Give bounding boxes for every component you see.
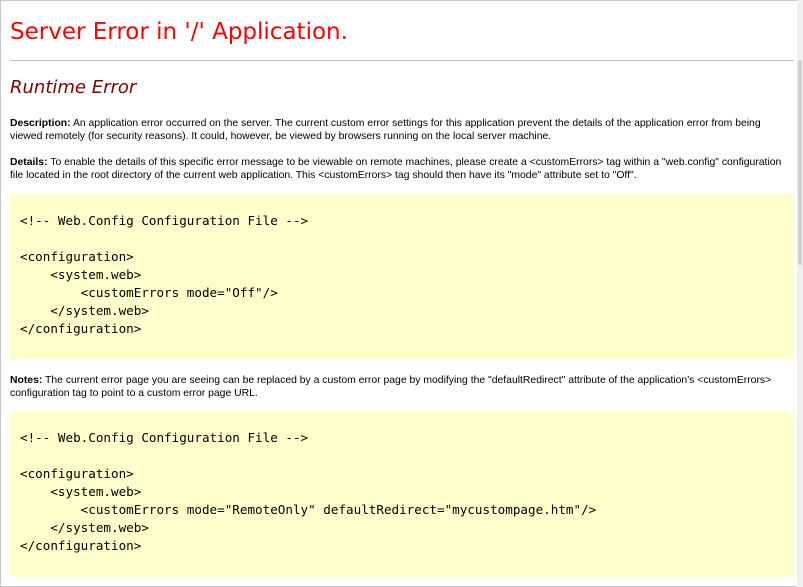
notes-label: Notes: <box>10 375 43 386</box>
page-title: Server Error in '/' Application. <box>10 19 348 45</box>
title-divider <box>10 60 794 61</box>
notes-paragraph: Notes: The current error page you are se… <box>10 374 790 400</box>
description-paragraph: Description: An application error occurr… <box>10 117 790 143</box>
config-code-remoteonly: <!-- Web.Config Configuration File --> <… <box>20 430 597 553</box>
vertical-scrollbar[interactable] <box>797 0 803 587</box>
config-code-block-remoteonly: <!-- Web.Config Configuration File --> <… <box>10 411 794 577</box>
browser-viewport: Server Error in '/' Application. Runtime… <box>0 0 803 587</box>
description-text: An application error occurred on the ser… <box>10 118 761 142</box>
config-code-block-off: <!-- Web.Config Configuration File --> <… <box>10 194 794 359</box>
details-text: To enable the details of this specific e… <box>10 157 782 181</box>
details-paragraph: Details: To enable the details of this s… <box>10 156 790 182</box>
details-label: Details: <box>10 157 48 168</box>
notes-text: The current error page you are seeing ca… <box>10 375 772 399</box>
description-label: Description: <box>10 118 71 129</box>
config-code-off: <!-- Web.Config Configuration File --> <… <box>20 213 309 336</box>
error-subtitle: Runtime Error <box>10 77 137 98</box>
scrollbar-thumb[interactable] <box>798 60 802 265</box>
